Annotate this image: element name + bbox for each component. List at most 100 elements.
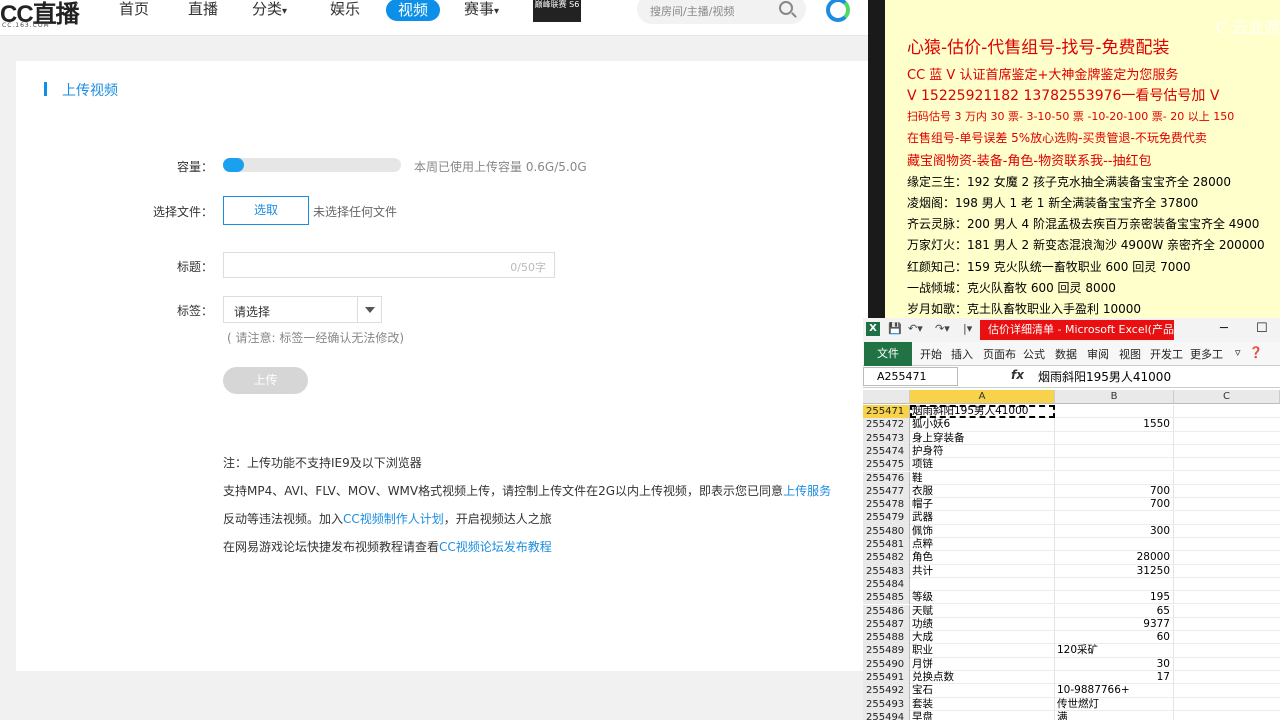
row-number[interactable]: 255493	[863, 697, 910, 711]
tab-data[interactable]: 数据	[1055, 346, 1077, 362]
cell-a[interactable]: 宝石	[910, 684, 1055, 698]
formula-input[interactable]: 烟雨斜阳195男人41000	[1038, 368, 1171, 385]
row-number[interactable]: 255484	[863, 577, 910, 592]
excel-icon[interactable]: X	[866, 322, 880, 336]
tab-file[interactable]: 文件	[864, 342, 912, 366]
table-row[interactable]: 255492 宝石 10-9887766+	[863, 684, 1280, 698]
tab-insert[interactable]: 插入	[951, 346, 973, 362]
cell-a[interactable]: 狐小妖6	[910, 418, 1055, 432]
tab-review[interactable]: 审阅	[1087, 346, 1109, 362]
table-row[interactable]: 255472 狐小妖6 1550	[863, 418, 1280, 432]
cell-b[interactable]: 10-9887766+	[1055, 684, 1174, 698]
nav-live[interactable]: 直播	[188, 0, 218, 20]
table-row[interactable]: 255474 护身符	[863, 444, 1280, 459]
cell-a[interactable]: 武器	[910, 511, 1055, 525]
customize-qa-icon[interactable]: |▾	[963, 322, 972, 335]
cell-a[interactable]: 兑换点数	[910, 671, 1055, 685]
row-number[interactable]: 255487	[863, 617, 910, 632]
table-row[interactable]: 255482 角色 28000	[863, 551, 1280, 565]
cell-b[interactable]: 28000	[1055, 551, 1174, 565]
cell-a[interactable]: 套装	[910, 697, 1055, 711]
cell-b[interactable]	[1055, 577, 1174, 592]
table-row[interactable]: 255475 项链	[863, 458, 1280, 472]
cell-b[interactable]	[1055, 405, 1174, 419]
row-number[interactable]: 255476	[863, 471, 910, 485]
row-number[interactable]: 255492	[863, 684, 910, 698]
row-number[interactable]: 255479	[863, 511, 910, 525]
maximize-icon[interactable]: ☐	[1256, 321, 1268, 336]
row-number[interactable]: 255475	[863, 458, 910, 472]
row-number[interactable]: 255490	[863, 657, 910, 671]
cell-a[interactable]: 鞋	[910, 471, 1055, 485]
table-row[interactable]: 255488 大成 60	[863, 631, 1280, 645]
cell-c[interactable]	[1174, 578, 1280, 592]
cell-a[interactable]: 功绩	[910, 617, 1055, 632]
cell-b[interactable]	[1055, 538, 1174, 552]
cell-c[interactable]	[1174, 458, 1280, 472]
cell-b[interactable]: 195	[1055, 591, 1174, 605]
cell-c[interactable]	[1174, 498, 1280, 512]
cell-c[interactable]	[1174, 658, 1280, 671]
cell-a[interactable]: 等级	[910, 591, 1055, 605]
spreadsheet-grid[interactable]: A B C 255471 烟雨斜阳195男人41000 255472 狐小妖6 1550…	[863, 390, 1280, 720]
row-number[interactable]: 255473	[863, 431, 910, 445]
table-row[interactable]: 255493 套装 传世燃灯	[863, 697, 1280, 711]
cell-a[interactable]: 角色	[910, 551, 1055, 565]
cell-c[interactable]	[1174, 511, 1280, 525]
table-row[interactable]: 255483 共计 31250	[863, 564, 1280, 578]
upload-button[interactable]: 上传	[223, 367, 308, 394]
tab-page-layout[interactable]: 页面布	[983, 346, 1016, 362]
cell-a[interactable]: 早盘	[910, 710, 1055, 720]
chevron-down-icon[interactable]: ▿	[1235, 346, 1241, 359]
undo-icon[interactable]: ↶▾	[908, 322, 923, 335]
row-number[interactable]: 255471	[863, 405, 910, 419]
event-badge[interactable]: 巅峰联赛 S6	[533, 0, 581, 22]
search-icon[interactable]	[779, 1, 793, 15]
table-row[interactable]: 255487 功绩 9377	[863, 617, 1280, 632]
cell-a[interactable]	[910, 577, 1055, 592]
tab-view[interactable]: 视图	[1119, 346, 1141, 362]
table-row[interactable]: 255476 鞋	[863, 471, 1280, 485]
cell-c[interactable]	[1174, 698, 1280, 711]
cell-c[interactable]	[1174, 631, 1280, 645]
cell-b[interactable]: 满	[1055, 710, 1174, 720]
table-row[interactable]: 255479 武器	[863, 511, 1280, 525]
cell-a[interactable]: 身上穿装备	[910, 431, 1055, 445]
cell-c[interactable]	[1174, 485, 1280, 499]
column-header-a[interactable]: A	[910, 390, 1055, 404]
cell-c[interactable]	[1174, 605, 1280, 618]
cell-c[interactable]	[1174, 472, 1280, 485]
cell-c[interactable]	[1174, 711, 1280, 720]
nav-video[interactable]: 视频	[386, 0, 441, 21]
column-header-c[interactable]: C	[1174, 390, 1280, 404]
table-row[interactable]: 255480 佩饰 300	[863, 524, 1280, 538]
table-row[interactable]: 255491 兑换点数 17	[863, 671, 1280, 685]
cell-b[interactable]: 31250	[1055, 564, 1174, 578]
cell-c[interactable]	[1174, 525, 1280, 538]
chevron-down-icon[interactable]	[357, 297, 381, 322]
row-number[interactable]: 255485	[863, 591, 910, 605]
cell-b[interactable]: 60	[1055, 631, 1174, 645]
cell-a[interactable]: 项链	[910, 458, 1055, 472]
cell-c[interactable]	[1174, 671, 1280, 685]
creator-plan-link[interactable]: CC视频制作人计划	[343, 512, 444, 526]
cell-b[interactable]: 17	[1055, 671, 1174, 685]
table-row[interactable]: 255489 职业 120采矿	[863, 644, 1280, 658]
upload-service-link[interactable]: 上传服务	[783, 484, 831, 498]
cell-c[interactable]	[1174, 684, 1280, 698]
cell-c[interactable]	[1174, 432, 1280, 445]
redo-icon[interactable]: ↷▾	[935, 322, 950, 335]
cell-c[interactable]	[1174, 445, 1280, 459]
title-input[interactable]: 0/50字	[223, 252, 555, 278]
cell-a[interactable]: 烟雨斜阳195男人41000	[910, 405, 1055, 419]
row-number[interactable]: 255488	[863, 631, 910, 645]
cell-b[interactable]: 65	[1055, 604, 1174, 618]
name-box[interactable]: A255471	[863, 367, 958, 386]
cell-c[interactable]	[1174, 591, 1280, 605]
cell-a[interactable]: 共计	[910, 564, 1055, 578]
save-icon[interactable]: 💾	[888, 322, 902, 335]
row-number[interactable]: 255486	[863, 604, 910, 618]
cell-a[interactable]: 大成	[910, 631, 1055, 645]
row-number[interactable]: 255480	[863, 524, 910, 538]
cell-b[interactable]: 1550	[1055, 418, 1174, 432]
